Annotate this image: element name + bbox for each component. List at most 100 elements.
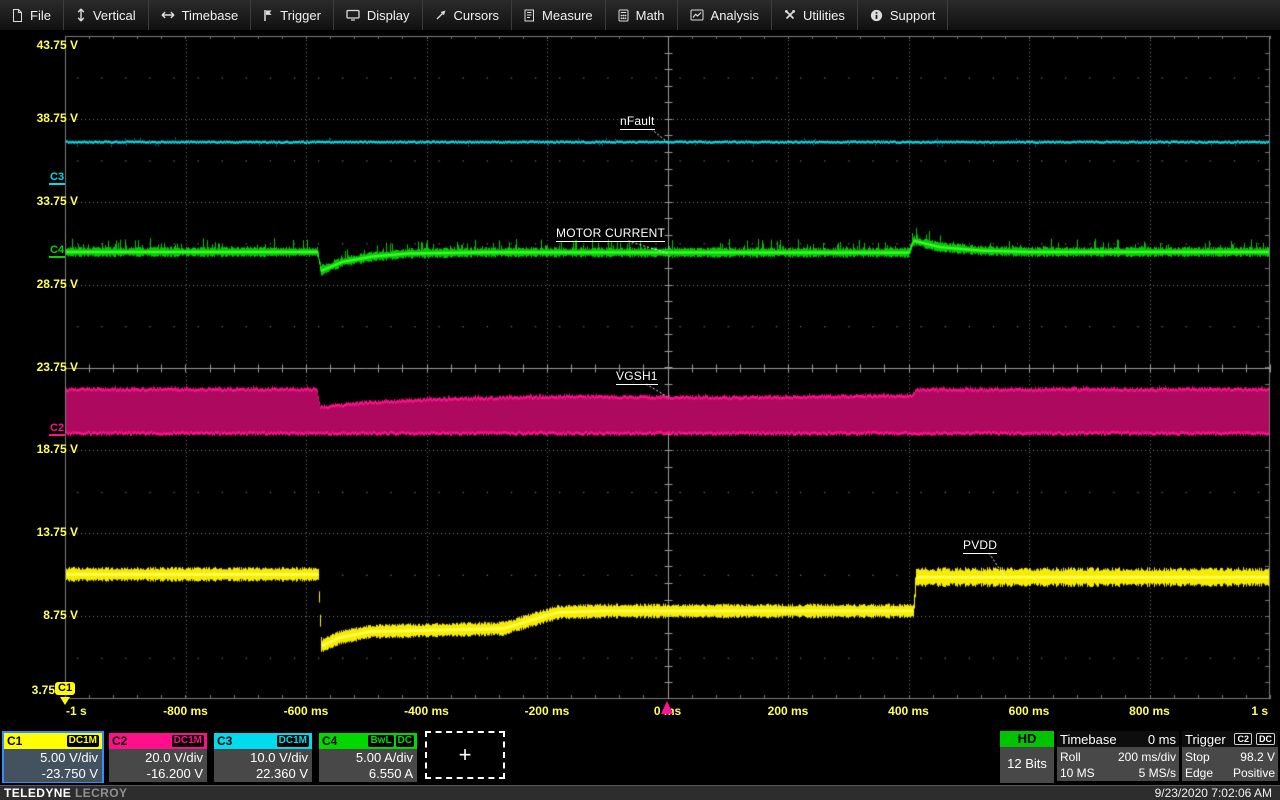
channel-scale: 20.0 V/div [109,750,203,766]
x-axis-label: -1 s [66,704,126,718]
channel-name: C1 [7,734,22,748]
x-axis-label: -200 ms [502,704,592,718]
trigger-type: Edge [1185,765,1213,781]
menu-item-label: Vertical [93,8,136,23]
menu-item-label: Analysis [711,8,759,23]
trigger-position-marker[interactable] [661,701,673,714]
channel-indicator-c2[interactable]: C2 [49,422,65,436]
x-axis-label: 200 ms [743,704,833,718]
hd-mode-box[interactable]: HD 12 Bits [1000,731,1054,783]
math-icon [618,9,629,22]
trigger-icon [263,9,273,22]
analysis-icon [690,9,704,21]
channel-descriptor-c1[interactable]: C1 DC1M 5.00 V/div-23.750 V [2,731,104,783]
channel-indicator-c4[interactable]: C4 [49,244,65,258]
y-axis-label: 3.75 [0,683,55,697]
cursors-icon [435,9,447,21]
coupling-badge: BwL [368,735,393,747]
trigger-source-badge: C2 [1234,733,1252,745]
x-axis-label: 400 ms [864,704,954,718]
menu-item-utilities[interactable]: Utilities [772,0,858,30]
y-axis-label: 38.75 V [0,111,78,125]
display-icon [346,9,360,21]
channel-indicator-c3[interactable]: C3 [49,171,65,185]
timebase-icon [161,10,175,20]
hd-bits-label: 12 Bits [1000,747,1054,783]
menu-item-measure[interactable]: Measure [512,0,606,30]
channel-offset: -16.200 V [109,766,203,782]
channel-descriptor-c4[interactable]: C4 BwLDC 5.00 A/div6.550 A [317,731,419,783]
channel-offset: 22.360 V [214,766,308,782]
timebase-title: Timebase [1060,732,1117,747]
trace-label-vgsh1[interactable]: VGSH1 [616,369,658,385]
menu-item-label: Timebase [182,8,239,23]
measure-icon [524,9,535,22]
y-axis-label: 33.75 V [0,194,78,208]
file-icon [12,9,23,22]
x-axis-label: -400 ms [382,704,472,718]
timebase-mode: Roll [1060,749,1081,765]
menu-item-label: Math [636,8,665,23]
timebase-scale: 200 ms/div [1118,749,1176,765]
timebase-offset: 0 ms [1148,732,1176,747]
channel-name: C4 [322,734,337,748]
coupling-badge: DC [396,735,414,747]
menu-item-support[interactable]: Support [858,0,949,30]
y-axis-label: 18.75 V [0,442,78,456]
x-axis-label: 600 ms [984,704,1074,718]
trigger-title: Trigger [1185,732,1226,747]
trigger-source-badge: DC [1256,733,1275,745]
menu-item-display[interactable]: Display [334,0,423,30]
channel-offset: 6.550 A [319,766,413,782]
channel-indicator-c1-arrow[interactable] [60,697,70,705]
coupling-badge: DC1M [67,735,99,747]
x-axis-label: -600 ms [261,704,351,718]
utilities-icon [784,9,796,21]
trigger-box[interactable]: Trigger C2DC Stop 98.2 V Edge Positive [1182,731,1278,783]
brand-logo: TELEDYNE LECROY [4,786,127,800]
channel-name: C2 [112,734,127,748]
trace-label-nfault[interactable]: nFault [620,114,655,130]
channel-scale: 10.0 V/div [214,750,308,766]
menu-item-math[interactable]: Math [606,0,678,30]
menu-item-cursors[interactable]: Cursors [423,0,513,30]
x-axis-label: -800 ms [141,704,231,718]
coupling-badge: DC1M [277,735,309,747]
add-trace-button[interactable]: + [425,731,505,779]
channel-offset: -23.750 V [4,766,98,782]
timebase-box[interactable]: Timebase 0 ms Roll 200 ms/div 10 MS 5 MS… [1057,731,1179,783]
y-axis-label: 43.75 V [0,38,78,52]
menu-item-label: Display [367,8,410,23]
menu-item-file[interactable]: File [0,0,64,30]
descriptor-bar: C1DC1M5.00 V/div-23.750 VC2DC1M20.0 V/di… [0,730,1280,785]
trace-label-pvdd[interactable]: PVDD [963,538,997,554]
status-bar: TELEDYNE LECROY 9/23/2020 7:02:06 AM [0,785,1280,800]
channel-descriptor-c2[interactable]: C2DC1M20.0 V/div-16.200 V [107,731,209,783]
y-axis-label: 28.75 V [0,277,78,291]
y-axis-label: 23.75 V [0,360,78,374]
support-icon [870,9,883,22]
waveform-display: 43.75 V 38.75 V 33.75 V 28.75 V 23.75 V 18.75… [0,30,1280,730]
timebase-memory: 10 MS [1060,765,1095,781]
channel-name: C3 [217,734,232,748]
datetime-label: 9/23/2020 7:02:06 AM [1155,786,1272,800]
menu-bar: File Vertical Timebase Trigger Display Cursor… [0,0,1280,30]
menu-item-label: Cursors [454,8,500,23]
menu-item-label: Measure [542,8,593,23]
timebase-samplerate: 5 MS/s [1139,765,1176,781]
channel-scale: 5.00 V/div [4,750,98,766]
channel-scale: 5.00 A/div [319,750,413,766]
menu-item-label: Support [890,8,936,23]
channel-descriptor-c3[interactable]: C3 DC1M 10.0 V/div22.360 V [212,731,314,783]
menu-item-vertical[interactable]: Vertical [64,0,149,30]
menu-item-label: File [30,8,51,23]
trace-label-motor-current[interactable]: MOTOR CURRENT [556,226,665,242]
channel-indicator-c1[interactable]: C1 [55,682,75,695]
trigger-mode: Stop [1185,749,1210,765]
x-axis-label: 1 s [1178,704,1268,718]
vertical-icon [76,8,86,22]
menu-item-timebase[interactable]: Timebase [149,0,252,30]
menu-item-trigger[interactable]: Trigger [251,0,334,30]
menu-item-analysis[interactable]: Analysis [678,0,772,30]
hd-mode-label: HD [1000,731,1054,747]
